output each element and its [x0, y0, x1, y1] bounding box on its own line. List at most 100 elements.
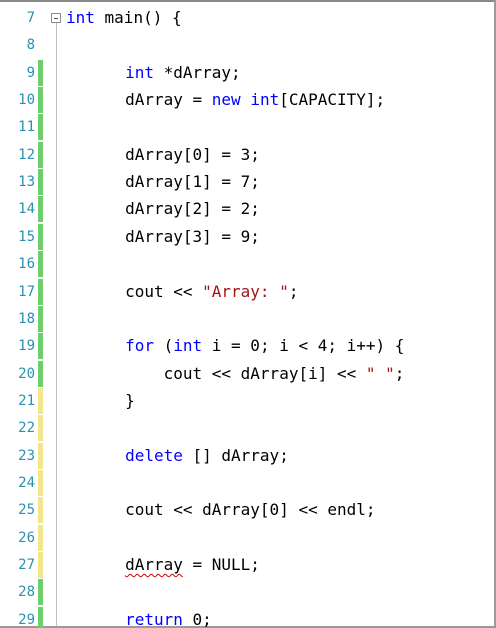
line-number: 25 — [18, 502, 35, 519]
code-token: [] dArray; — [182, 445, 289, 465]
code-text: delete [] dArray; — [48, 443, 289, 469]
change-marker-saved — [38, 579, 43, 606]
line-number: 28 — [18, 584, 35, 601]
code-text: dArray = new int[CAPACITY]; — [48, 87, 385, 113]
code-token: = NULL; — [182, 555, 260, 574]
code-line[interactable]: 12 dArray[0] = 3; — [0, 141, 494, 168]
code-token: *dArray; — [153, 62, 241, 82]
code-line[interactable]: 23 delete [] dArray; — [0, 442, 494, 469]
code-keyword: new — [211, 90, 241, 110]
code-text: for (int i = 0; i < 4; i++) { — [48, 333, 404, 359]
code-token: dArray[3] = 9; — [125, 226, 260, 246]
code-line[interactable]: 10 dArray = new int[CAPACITY]; — [0, 87, 494, 114]
change-marker-saved — [38, 196, 43, 223]
code-token: cout << dArray[i] << — [163, 363, 366, 383]
code-token: cout << — [125, 281, 203, 301]
code-text: dArray[2] = 2; — [48, 196, 260, 222]
change-marker-unsaved — [38, 469, 43, 496]
code-line[interactable]: 26 — [0, 524, 494, 551]
code-line[interactable]: 13 dArray[1] = 7; — [0, 169, 494, 196]
line-number: 11 — [18, 119, 35, 136]
code-line[interactable]: 14 dArray[2] = 2; — [0, 196, 494, 223]
editor-top-border — [0, 0, 496, 2]
change-marker-saved — [38, 87, 43, 114]
code-token: cout << dArray[0] << endl; — [125, 500, 376, 520]
code-editor[interactable]: 7 int main() {8 9 int *dArray; 10 dArray = … — [0, 0, 496, 628]
line-number: 10 — [18, 92, 35, 109]
code-line[interactable]: 24 — [0, 469, 494, 496]
code-keyword: int — [66, 8, 95, 27]
line-number: 24 — [18, 474, 35, 491]
code-line[interactable]: 28 — [0, 579, 494, 606]
code-keyword: int — [250, 90, 280, 110]
change-marker-saved — [38, 278, 43, 305]
line-number: 8 — [26, 37, 35, 54]
code-line[interactable]: 17 cout << "Array: "; — [0, 278, 494, 305]
code-text: dArray = NULL; — [48, 552, 260, 578]
line-number: 13 — [18, 174, 35, 191]
code-text: int *dArray; — [48, 60, 241, 86]
code-line[interactable]: 19 for (int i = 0; i < 4; i++) { — [0, 333, 494, 360]
code-line[interactable]: 8 — [0, 32, 494, 58]
change-marker-unsaved — [38, 524, 43, 551]
code-text: } — [48, 388, 135, 414]
line-number: 19 — [18, 338, 35, 355]
code-error-squiggle: dArray — [125, 555, 183, 574]
change-marker-unsaved — [38, 442, 43, 469]
code-keyword: int — [173, 336, 203, 356]
line-number: 17 — [18, 283, 35, 300]
code-token: dArray[2] = 2; — [125, 199, 260, 219]
code-token: 0; — [182, 609, 212, 628]
code-keyword: for — [125, 336, 154, 356]
code-line[interactable]: 22 — [0, 415, 494, 442]
code-line[interactable]: 7 int main() { — [0, 5, 494, 31]
code-token: ; — [288, 281, 299, 301]
code-line[interactable]: 9 int *dArray; — [0, 59, 494, 86]
code-token: i = 0; i < 4; i++) { — [202, 336, 405, 356]
code-text: cout << dArray[0] << endl; — [48, 497, 376, 523]
change-marker-saved — [38, 305, 43, 332]
code-text: dArray[0] = 3; — [48, 142, 260, 168]
code-text: cout << dArray[i] << " "; — [48, 361, 405, 387]
code-line[interactable]: 16 — [0, 251, 494, 278]
collapse-toggle-icon[interactable] — [51, 13, 61, 23]
code-line[interactable]: 11 — [0, 114, 494, 141]
code-token: ; — [394, 363, 405, 383]
code-line[interactable]: 21 } — [0, 387, 494, 414]
code-text: int main() { — [66, 5, 182, 31]
change-marker-saved — [38, 606, 43, 628]
code-line[interactable]: 29 return 0; — [0, 606, 494, 628]
line-number: 29 — [18, 611, 35, 628]
change-marker-unsaved — [38, 497, 43, 524]
code-token: main() { — [94, 8, 182, 27]
change-marker-saved — [38, 223, 43, 250]
line-number: 22 — [18, 420, 35, 437]
line-number: 27 — [18, 557, 35, 573]
code-text: dArray[1] = 7; — [48, 169, 260, 195]
code-line[interactable]: 27 dArray = NULL; — [0, 552, 494, 578]
line-number: 26 — [18, 529, 35, 546]
change-marker-unsaved — [38, 415, 43, 442]
code-line[interactable]: 25 cout << dArray[0] << endl; — [0, 497, 494, 524]
code-token: dArray = — [125, 90, 212, 110]
code-line[interactable]: 15 dArray[3] = 9; — [0, 223, 494, 250]
code-token: ( — [153, 336, 174, 356]
change-marker-saved — [38, 141, 43, 168]
change-marker-unsaved — [38, 387, 43, 414]
code-line[interactable]: 18 — [0, 305, 494, 332]
code-line[interactable]: 20 cout << dArray[i] << " "; — [0, 360, 494, 387]
code-token: [CAPACITY]; — [279, 90, 386, 110]
code-text: dArray[3] = 9; — [48, 224, 260, 250]
